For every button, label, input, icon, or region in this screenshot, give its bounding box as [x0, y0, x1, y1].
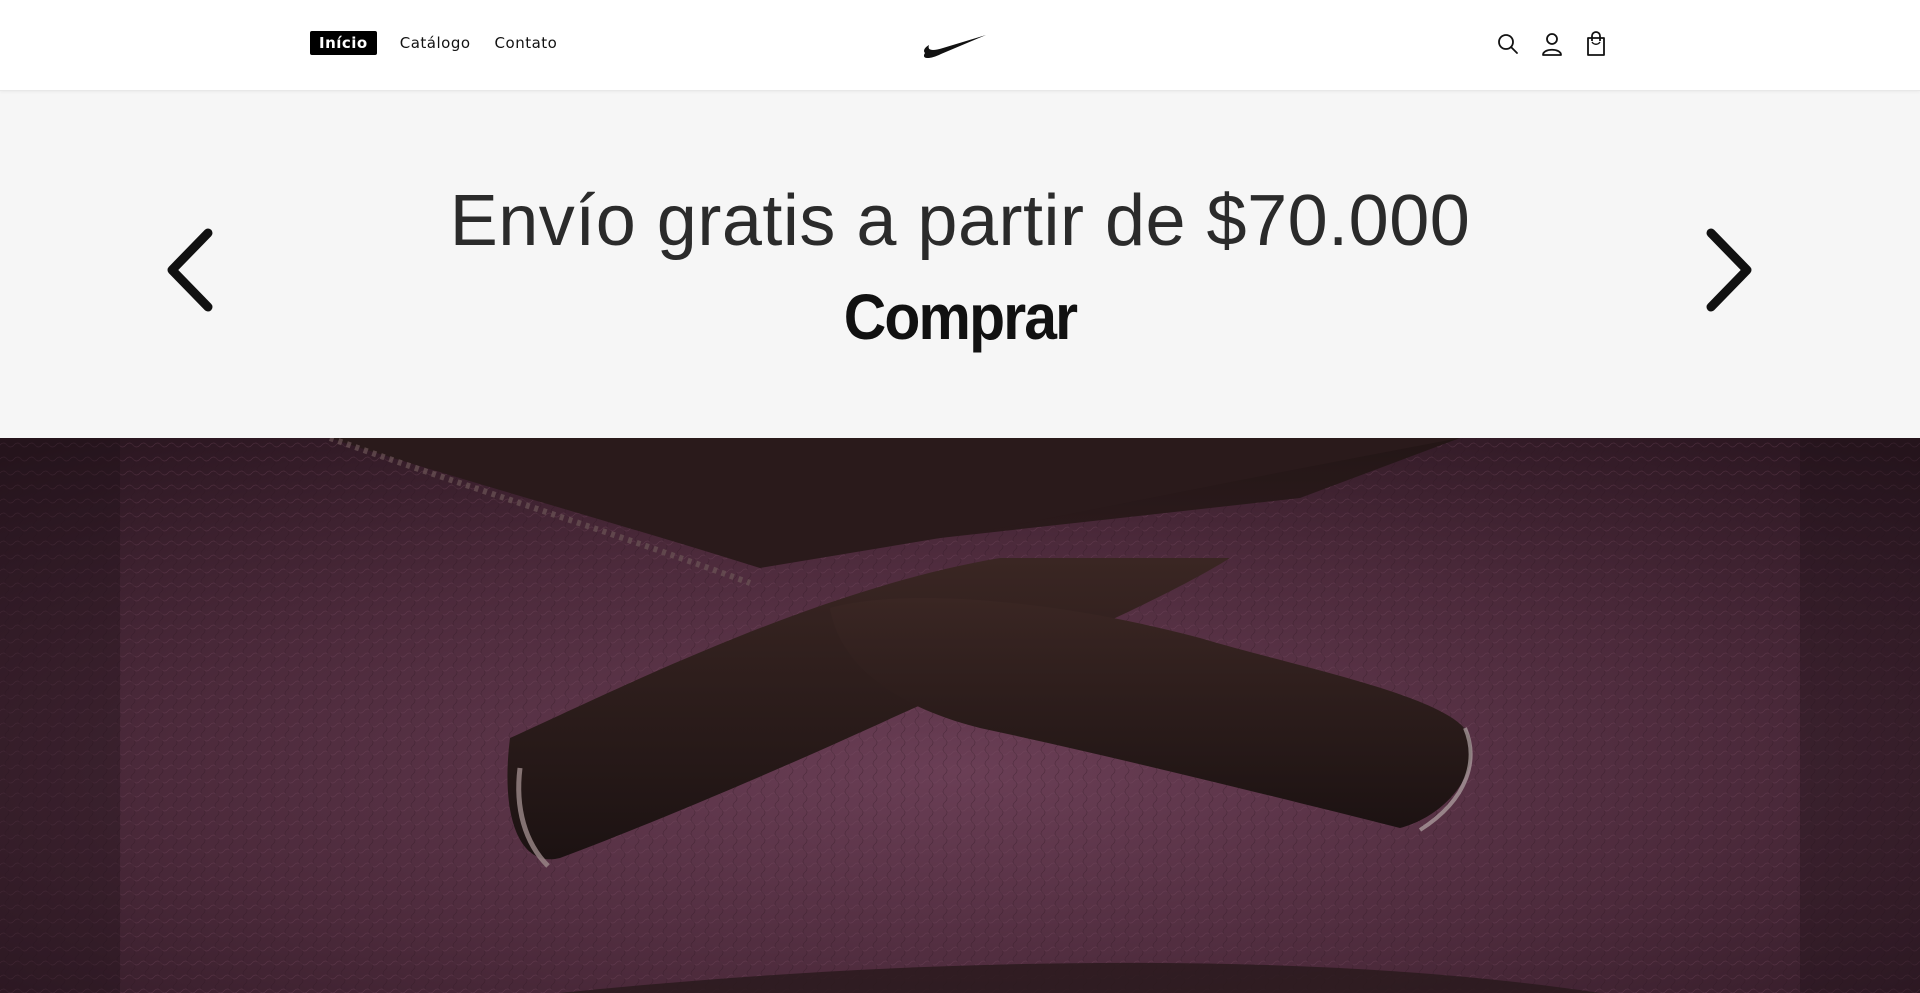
chevron-right-icon[interactable]	[1697, 225, 1757, 315]
header-icons	[1495, 30, 1609, 58]
account-icon[interactable]	[1539, 30, 1565, 58]
shop-now-button[interactable]: Comprar	[77, 277, 1843, 357]
nav-item-catalogo[interactable]: Catálogo	[391, 31, 480, 55]
nav-item-contato[interactable]: Contato	[486, 31, 567, 55]
site-header: Início Catálogo Contato	[0, 0, 1920, 91]
hero-image	[0, 438, 1920, 993]
main-nav: Início Catálogo Contato	[310, 31, 572, 55]
banner-headline: Envío gratis a partir de $70.000	[449, 181, 1471, 261]
announcement-banner: Envío gratis a partir de $70.000 Comprar	[0, 91, 1920, 438]
nike-swoosh-icon[interactable]	[923, 31, 987, 59]
search-icon[interactable]	[1495, 30, 1521, 58]
nav-item-inicio[interactable]: Início	[310, 31, 377, 55]
cart-icon[interactable]	[1583, 30, 1609, 58]
